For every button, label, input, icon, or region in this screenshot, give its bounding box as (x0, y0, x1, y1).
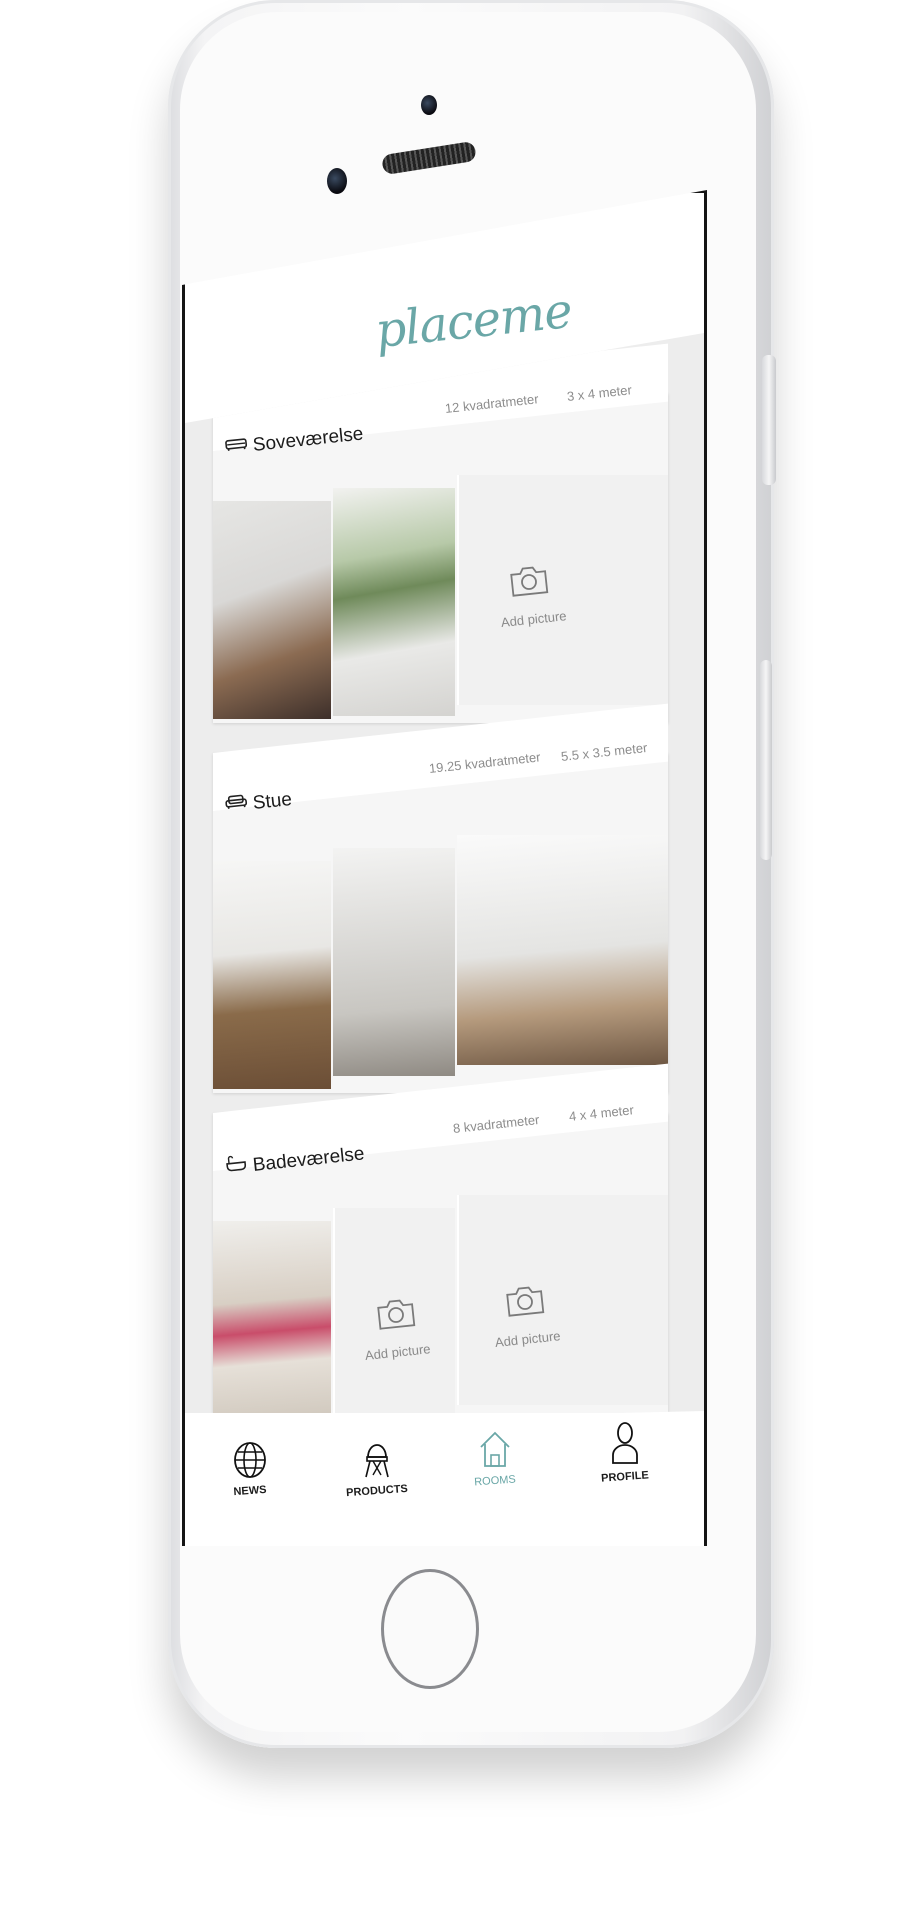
power-button (760, 660, 772, 860)
add-picture-label: Add picture (364, 1341, 432, 1363)
room-card[interactable]: Badeværelse 8 kvadratmeter 4 x 4 meter A… (213, 1063, 668, 1413)
tab-label: ROOMS (473, 1473, 517, 1489)
camera-icon (506, 1286, 545, 1317)
room-photo[interactable] (333, 848, 455, 1076)
tab-label: PROFILE (600, 1469, 650, 1485)
add-picture-tile[interactable]: Add picture (457, 1195, 668, 1405)
room-photo[interactable] (213, 1221, 331, 1413)
room-card[interactable]: Stue 19.25 kvadratmeter 5.5 x 3.5 meter (213, 703, 668, 1093)
proximity-sensor (327, 168, 347, 194)
front-camera (421, 95, 437, 115)
room-card[interactable]: Soveværelse 12 kvadratmeter 3 x 4 meter … (213, 343, 668, 723)
rooms-list: Soveværelse 12 kvadratmeter 3 x 4 meter … (185, 333, 704, 1413)
chair-icon (365, 1444, 389, 1478)
room-photo[interactable] (457, 835, 668, 1065)
bottom-tab-bar: NEWS PRODUCTS ROOMS PROFILE (185, 1411, 704, 1546)
room-name: Stue (251, 788, 293, 814)
tab-rooms[interactable]: ROOMS (460, 1429, 530, 1489)
tab-news[interactable]: NEWS (215, 1441, 285, 1499)
tab-products[interactable]: PRODUCTS (335, 1439, 419, 1500)
camera-icon (510, 566, 549, 597)
person-icon (612, 1422, 638, 1464)
room-photo[interactable] (213, 501, 331, 719)
room-photo[interactable] (333, 488, 455, 716)
add-picture-label: Add picture (500, 608, 568, 630)
bathtub-icon (226, 1155, 247, 1172)
volume-button (762, 355, 776, 485)
app-screen: placeme Soveværelse 12 kvadratmeter 3 x … (182, 190, 707, 1546)
app-logo: placeme (372, 282, 575, 360)
add-picture-label: Add picture (494, 1328, 562, 1350)
home-button[interactable] (381, 1569, 479, 1689)
add-picture-tile[interactable]: Add picture (457, 475, 668, 705)
globe-icon (234, 1442, 266, 1478)
tab-label: PRODUCTS (345, 1482, 409, 1500)
bed-icon (225, 438, 248, 451)
device-mockup: placeme Soveværelse 12 kvadratmeter 3 x … (0, 0, 917, 1921)
tab-label: NEWS (233, 1483, 267, 1499)
room-photo[interactable] (213, 861, 331, 1089)
sofa-icon (225, 794, 248, 809)
tab-profile[interactable]: PROFILE (585, 1421, 665, 1485)
add-picture-tile[interactable]: Add picture (333, 1208, 455, 1413)
camera-icon (377, 1299, 416, 1330)
house-icon (480, 1431, 510, 1467)
